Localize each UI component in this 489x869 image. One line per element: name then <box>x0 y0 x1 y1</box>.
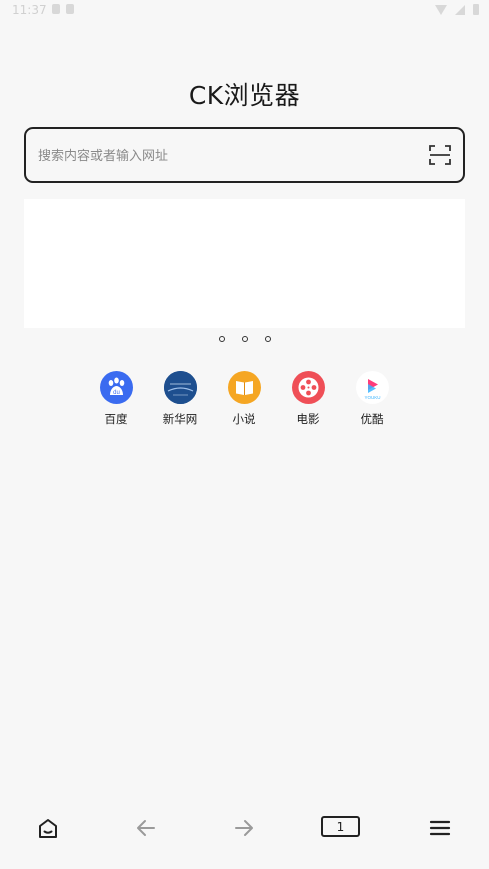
menu-icon <box>429 820 451 836</box>
search-box[interactable] <box>24 127 465 183</box>
shortcut-label: 优酷 <box>360 412 384 426</box>
back-button[interactable] <box>131 814 161 842</box>
shortcut-label: 电影 <box>296 412 320 426</box>
menu-button[interactable] <box>425 814 455 842</box>
notification-icon <box>66 4 74 14</box>
search-input[interactable] <box>36 141 410 171</box>
shortcut-label: 新华网 <box>162 412 198 426</box>
book-icon <box>227 371 261 404</box>
back-arrow-icon <box>137 820 155 836</box>
youku-logo-icon: YOUKU <box>355 371 389 404</box>
battery-icon <box>473 4 479 15</box>
browser-home-screen: 11:37 CK浏览器 搜索内容或者输入网址 du 百度 新华网 小说 电影 Y… <box>0 0 489 869</box>
page-dot <box>264 336 271 342</box>
shortcut-label: 百度 <box>104 412 128 426</box>
wifi-icon <box>435 4 447 15</box>
baidu-paw-icon: du <box>99 371 133 404</box>
svg-text:du: du <box>113 390 120 396</box>
home-button[interactable] <box>33 814 63 842</box>
film-reel-icon <box>291 371 325 404</box>
bottom-toolbar: 1 <box>0 800 489 856</box>
tabs-counter-button[interactable]: 1 <box>321 816 360 837</box>
scan-icon[interactable] <box>428 143 452 167</box>
banner-carousel[interactable] <box>24 199 465 328</box>
shortcut-xinhua[interactable]: 新华网 <box>148 371 212 427</box>
banner-page-indicator <box>0 336 489 342</box>
status-time: 11:37 <box>12 3 47 17</box>
forward-button[interactable] <box>229 814 259 842</box>
system-icons <box>435 4 479 15</box>
xinhua-logo-icon <box>163 371 197 404</box>
shortcut-youku[interactable]: YOUKU 优酷 <box>340 371 404 427</box>
page-dot <box>241 336 248 342</box>
shortcut-label: 小说 <box>232 412 256 426</box>
notification-icon <box>52 4 60 14</box>
notification-icons <box>52 4 74 14</box>
svg-text:YOUKU: YOUKU <box>364 395 380 400</box>
page-dot <box>218 336 225 342</box>
app-title: CK浏览器 <box>188 81 301 110</box>
shortcut-grid: du 百度 新华网 小说 电影 YOUKU 优酷 <box>84 371 404 427</box>
signal-icon <box>455 4 465 15</box>
home-icon <box>39 819 57 838</box>
forward-arrow-icon <box>235 820 253 836</box>
shortcut-movie[interactable]: 电影 <box>276 371 340 427</box>
status-bar: 11:37 <box>0 0 489 22</box>
shortcut-baidu[interactable]: du 百度 <box>84 371 148 427</box>
shortcut-novel[interactable]: 小说 <box>212 371 276 427</box>
